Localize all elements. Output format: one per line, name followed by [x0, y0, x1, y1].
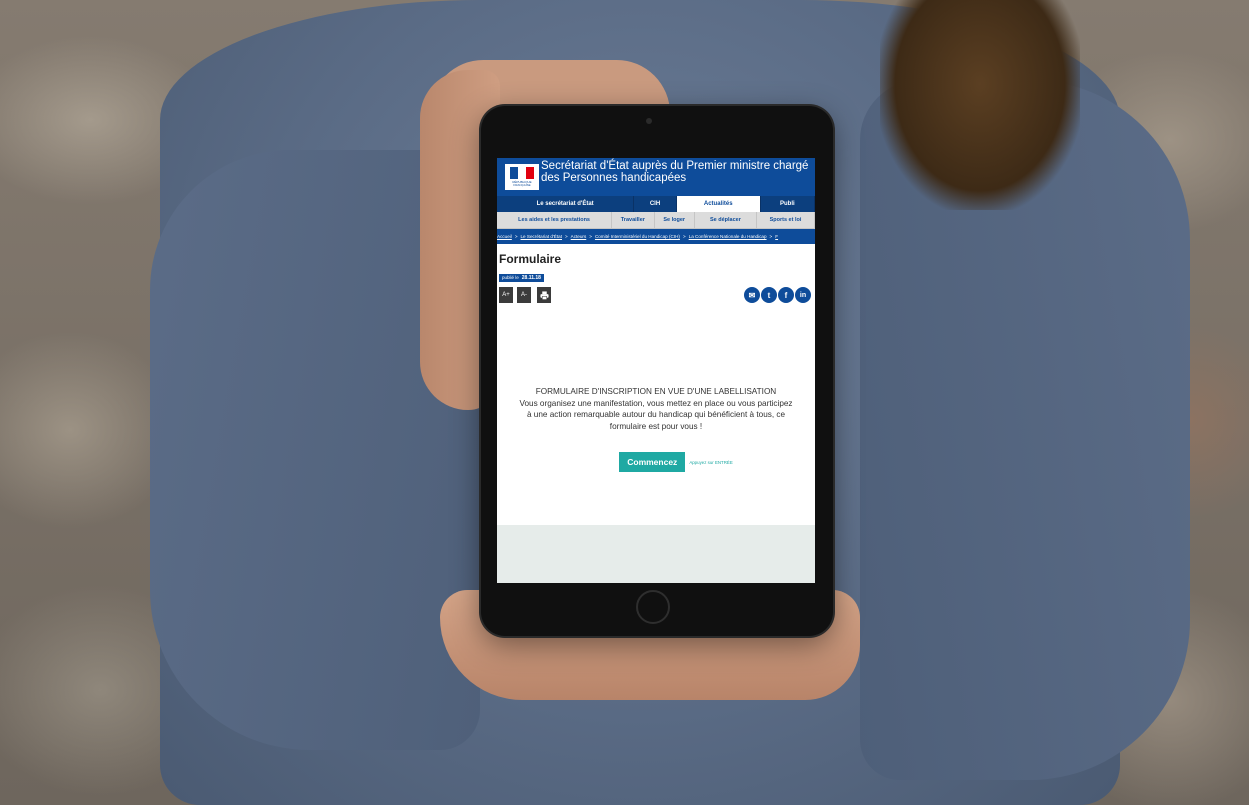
share-icons: ✉ t f in [744, 287, 811, 303]
enter-hint: Appuyez sur ENTRÉE [689, 459, 733, 465]
form-heading: FORMULAIRE D'INSCRIPTION EN VUE D'UNE LA… [535, 387, 777, 396]
published-date: 28.11.18 [521, 275, 541, 281]
main-nav: Le secrétariat d'État CIH Actualités Pub… [497, 196, 815, 212]
main-nav-item-secretariat[interactable]: Le secrétariat d'État [497, 196, 635, 212]
page-footer-band [497, 525, 815, 583]
french-flag-icon [510, 167, 534, 179]
mail-icon[interactable]: ✉ [744, 287, 760, 303]
main-nav-item-actualites[interactable]: Actualités [676, 196, 761, 212]
breadcrumb-item[interactable]: F [775, 234, 778, 239]
breadcrumb-item[interactable]: Comité Interministériel du Handicap (CIH… [595, 234, 680, 239]
print-button[interactable] [537, 287, 551, 303]
font-decrease-button[interactable]: A- [517, 287, 531, 303]
sub-nav-item-se-deplacer[interactable]: Se déplacer [695, 212, 757, 228]
site-header: RÉPUBLIQUE FRANÇAISE Secrétariat d'État … [497, 158, 815, 196]
breadcrumb: Accueil > Le Secrétariat d'État > Acteurs >… [497, 229, 815, 244]
linkedin-icon[interactable]: in [795, 287, 811, 303]
form-intro: FORMULAIRE D'INSCRIPTION EN VUE D'UNE LA… [497, 386, 815, 432]
breadcrumb-item[interactable]: Le Secrétariat d'État [521, 234, 562, 239]
sub-nav: Les aides et les prestations Travailler … [497, 212, 815, 229]
page-title: Formulaire [499, 252, 562, 266]
print-icon [539, 290, 549, 300]
main-nav-item-publications[interactable]: Publi [761, 196, 815, 212]
sub-nav-item-travailler[interactable]: Travailler [612, 212, 655, 228]
camera-icon [646, 118, 652, 124]
main-nav-item-cih[interactable]: CIH [634, 196, 677, 212]
font-increase-button[interactable]: A+ [499, 287, 513, 303]
tablet-device: RÉPUBLIQUE FRANÇAISE Secrétariat d'État … [481, 106, 833, 636]
home-button[interactable] [636, 590, 670, 624]
breadcrumb-item[interactable]: Accueil [497, 234, 512, 239]
twitter-icon[interactable]: t [761, 287, 777, 303]
person-hair [880, 0, 1080, 210]
published-badge: publié le 28.11.18 [499, 274, 544, 282]
sub-nav-item-se-loger[interactable]: Se loger [655, 212, 695, 228]
tablet-screen: RÉPUBLIQUE FRANÇAISE Secrétariat d'État … [497, 158, 815, 583]
sub-nav-item-sports[interactable]: Sports et loi [757, 212, 815, 228]
logo-caption: RÉPUBLIQUE FRANÇAISE [512, 180, 532, 187]
form-cta: Commencez Appuyez sur ENTRÉE [497, 452, 815, 472]
start-button[interactable]: Commencez [619, 452, 686, 472]
form-description: Vous organisez une manifestation, vous m… [519, 398, 793, 431]
republique-francaise-logo[interactable]: RÉPUBLIQUE FRANÇAISE [505, 164, 539, 190]
breadcrumb-item[interactable]: La Conférence Nationale du Handicap [689, 234, 767, 239]
breadcrumb-item[interactable]: Acteurs [571, 234, 587, 239]
facebook-icon[interactable]: f [778, 287, 794, 303]
page-tools: A+ A- ✉ t f in [497, 287, 815, 307]
sub-nav-item-aides[interactable]: Les aides et les prestations [497, 212, 613, 228]
site-title: Secrétariat d'État auprès du Premier min… [541, 160, 809, 184]
published-label: publié le [502, 275, 519, 280]
